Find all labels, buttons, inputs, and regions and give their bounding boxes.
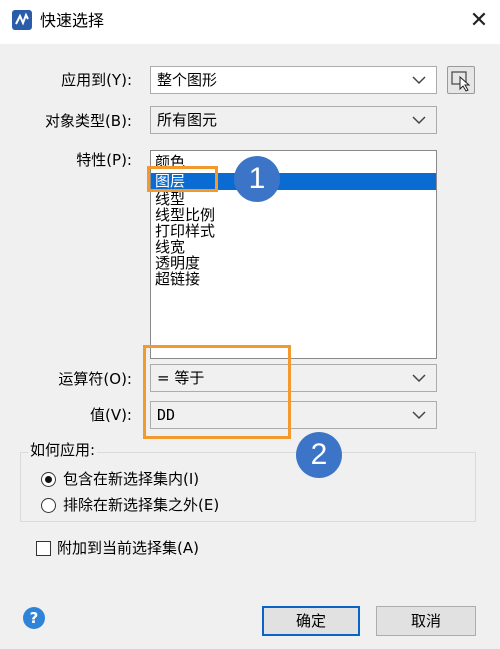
append-checkbox-label[interactable]: 附加到当前选择集(A) bbox=[57, 537, 199, 559]
select-objects-icon bbox=[451, 71, 471, 92]
help-icon[interactable]: ? bbox=[23, 607, 45, 629]
chevron-down-icon bbox=[412, 411, 426, 420]
ok-button[interactable]: 确定 bbox=[262, 606, 360, 636]
select-objects-button[interactable] bbox=[447, 66, 475, 94]
chevron-down-icon bbox=[412, 374, 426, 383]
step-badge-2: 2 bbox=[296, 432, 342, 478]
list-item-hyperlink[interactable]: 超链接 bbox=[155, 271, 200, 287]
app-logo-icon bbox=[12, 10, 32, 30]
chevron-down-icon bbox=[412, 116, 426, 125]
include-radio-label[interactable]: 包含在新选择集内(I) bbox=[63, 468, 199, 490]
exclude-radio-label[interactable]: 排除在新选择集之外(E) bbox=[63, 494, 219, 516]
object-type-dropdown[interactable]: 所有图元 bbox=[150, 106, 437, 134]
apply-to-label: 应用到(Y): bbox=[61, 71, 132, 89]
chevron-down-icon bbox=[412, 76, 426, 85]
how-to-apply-label: 如何应用: bbox=[28, 440, 98, 460]
operator-label: 运算符(O): bbox=[58, 370, 132, 388]
list-item-transparency[interactable]: 透明度 bbox=[155, 255, 200, 271]
apply-to-dropdown[interactable]: 整个图形 bbox=[150, 66, 437, 94]
close-icon[interactable]: ✕ bbox=[463, 6, 495, 36]
object-type-value: 所有图元 bbox=[157, 111, 218, 129]
append-checkbox[interactable] bbox=[36, 541, 51, 556]
value-label: 值(V): bbox=[89, 406, 132, 424]
object-type-label: 对象类型(B): bbox=[44, 112, 132, 130]
step-badge-1: 1 bbox=[234, 156, 280, 202]
include-radio[interactable] bbox=[41, 472, 56, 487]
list-item-linetype-scale[interactable]: 线型比例 bbox=[155, 207, 215, 223]
highlight-box-operator-value bbox=[143, 345, 291, 439]
list-item-plot-style[interactable]: 打印样式 bbox=[155, 223, 215, 239]
cancel-button[interactable]: 取消 bbox=[376, 606, 476, 636]
apply-to-value: 整个图形 bbox=[157, 71, 218, 89]
window-title: 快速选择 bbox=[40, 11, 105, 30]
properties-label: 特性(P): bbox=[76, 151, 132, 169]
list-item-linetype[interactable]: 线型 bbox=[155, 191, 185, 207]
highlight-box-layer bbox=[147, 166, 218, 192]
list-item-lineweight[interactable]: 线宽 bbox=[155, 239, 185, 255]
exclude-radio[interactable] bbox=[41, 498, 56, 513]
